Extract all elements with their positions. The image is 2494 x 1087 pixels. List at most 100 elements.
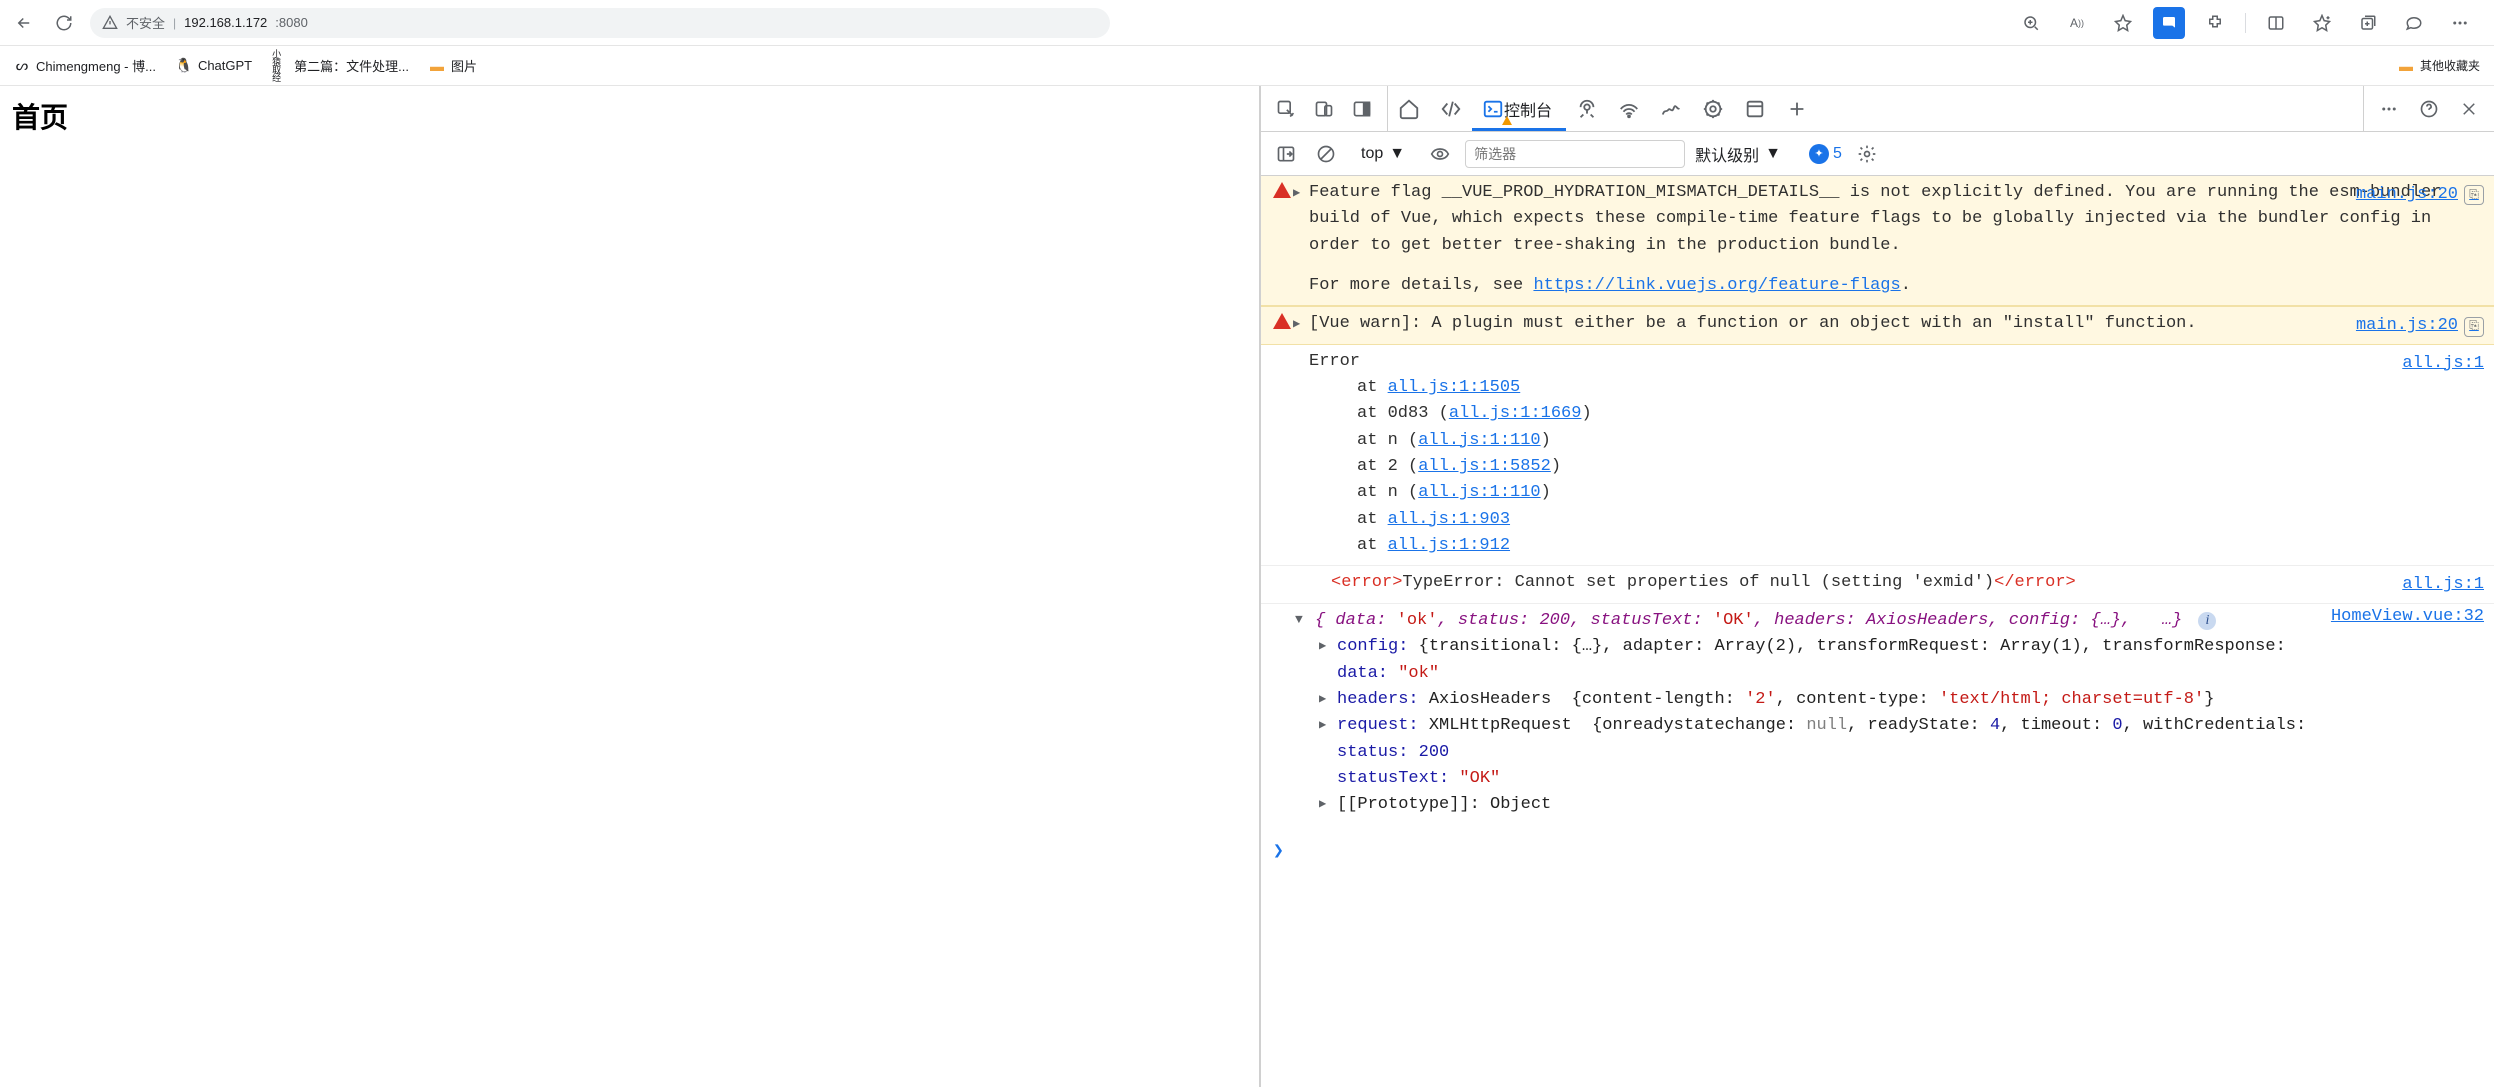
stack-link[interactable]: all.js:1:912 (1388, 536, 1510, 555)
source-link[interactable]: main.js:20 (2356, 313, 2458, 339)
extensions-icon[interactable] (2199, 7, 2231, 39)
message-source[interactable]: all.js:1 (2402, 351, 2484, 377)
tab-memory[interactable] (1692, 86, 1734, 131)
tab-performance[interactable] (1650, 86, 1692, 131)
expand-caret[interactable]: ▶ (1319, 795, 1326, 814)
error-close-tag: </error> (1994, 573, 2076, 592)
obj-key: config: (1337, 637, 1408, 656)
expand-caret[interactable]: ▶ (1293, 315, 1300, 334)
console-warning[interactable]: ▶ main.js:20⎘ [Vue warn]: A plugin must … (1261, 306, 2494, 344)
favorites-bar-icon[interactable] (2306, 7, 2338, 39)
devtools-close-icon[interactable] (2454, 94, 2484, 124)
console-error[interactable]: all.js:1 <error>TypeError: Cannot set pr… (1261, 566, 2494, 603)
source-link[interactable]: all.js:1 (2402, 351, 2484, 377)
context-select[interactable]: top ▼ (1351, 142, 1415, 166)
tab-elements[interactable] (1430, 86, 1472, 131)
obj-val: "ok" (1398, 664, 1439, 683)
stack-link[interactable]: all.js:1:903 (1388, 510, 1510, 529)
toggle-sidebar-icon[interactable] (1271, 139, 1301, 169)
bookmarks-bar: ᔕChimengmeng - 博... 🐧ChatGPT 小猿取经第二篇：文件处… (0, 46, 2494, 86)
obj-key: headers: (1337, 690, 1419, 709)
obj-val: 0 (2112, 716, 2122, 735)
stack-frame: at all.js:1:912 (1309, 533, 2456, 559)
devtools-panel: 控制台 top ▼ (1259, 86, 2494, 1087)
stack-link[interactable]: all.js:1:1505 (1388, 378, 1521, 397)
error-head: Error (1309, 352, 1360, 371)
filter-input[interactable] (1465, 140, 1685, 168)
stack-frame: at n (all.js:1:110) (1309, 428, 2456, 454)
obj-val: 'OK' (1713, 611, 1754, 630)
context-label: top (1361, 145, 1383, 163)
tab-welcome[interactable] (1388, 86, 1430, 131)
bookmark-favicon: 小猿取经 (272, 58, 288, 74)
favorite-icon[interactable] (2107, 7, 2139, 39)
collections-icon[interactable] (2352, 7, 2384, 39)
console-object[interactable]: HomeView.vue:32 ▼ { data: 'ok', status: … (1261, 604, 2494, 831)
stack-link[interactable]: all.js:1:1669 (1449, 404, 1582, 423)
address-bar[interactable]: 不安全 | 192.168.1.172:8080 (90, 8, 1110, 38)
split-screen-icon[interactable] (2260, 7, 2292, 39)
stack-link[interactable]: all.js:1:110 (1418, 483, 1540, 502)
tab-sources[interactable] (1566, 86, 1608, 131)
addr-host: 192.168.1.172 (184, 15, 267, 30)
expand-caret[interactable]: ▶ (1319, 690, 1326, 709)
dock-side-icon[interactable] (1347, 94, 1377, 124)
source-link[interactable]: all.js:1 (2402, 572, 2484, 598)
expand-caret[interactable]: ▶ (1293, 184, 1300, 203)
info-icon[interactable]: i (2198, 612, 2216, 630)
clear-console-icon[interactable] (1311, 139, 1341, 169)
console-prompt[interactable]: ❯ (1261, 831, 2494, 875)
message-source[interactable]: all.js:1 (2402, 572, 2484, 598)
console-warning[interactable]: ▶ main.js:20 ⎘ Feature flag __VUE_PROD_HY… (1261, 176, 2494, 306)
console-settings-icon[interactable] (1852, 139, 1882, 169)
folder-icon: ▬ (429, 58, 445, 74)
device-toggle-icon[interactable] (1309, 94, 1339, 124)
tab-console[interactable]: 控制台 (1472, 86, 1566, 131)
save-icon[interactable] (2153, 7, 2185, 39)
more-icon[interactable] (2444, 7, 2476, 39)
bookmark-item[interactable]: 🐧ChatGPT (176, 58, 252, 74)
reload-button[interactable] (50, 9, 78, 37)
obj-val: 'text/html; charset=utf-8' (1939, 690, 2204, 709)
obj-key: [[Prototype]]: (1337, 795, 1480, 814)
expand-caret[interactable]: ▶ (1319, 637, 1326, 656)
collapse-caret[interactable]: ▼ (1295, 610, 1303, 630)
obj-val: '2' (1745, 690, 1776, 709)
obj-type: XMLHttpRequest (1429, 716, 1572, 735)
source-link[interactable]: main.js:20 (2356, 182, 2458, 208)
obj-val: 200 (1419, 743, 1450, 762)
bookmark-item[interactable]: 小猿取经第二篇：文件处理... (272, 56, 409, 75)
bookmark-label: Chimengmeng - 博... (36, 56, 156, 75)
other-bookmarks[interactable]: ▬其他收藏夹 (2398, 57, 2480, 74)
obj-val: 'ok' (1397, 611, 1438, 630)
tab-network[interactable] (1608, 86, 1650, 131)
stack-link[interactable]: all.js:1:5852 (1418, 457, 1551, 476)
link-icon: ⎘ (2464, 317, 2484, 337)
insecure-label: 不安全 (126, 13, 165, 32)
stack-link[interactable]: all.js:1:110 (1418, 431, 1540, 450)
log-level-select[interactable]: 默认级别 ▼ (1695, 142, 1781, 166)
tab-application[interactable] (1734, 86, 1776, 131)
zoom-icon[interactable] (2015, 7, 2047, 39)
read-aloud-icon[interactable]: A)) (2061, 7, 2093, 39)
error-open-tag: <error> (1331, 573, 1402, 592)
tab-more[interactable] (1776, 86, 1818, 131)
link-icon: ⎘ (2464, 185, 2484, 205)
bookmark-item[interactable]: ᔕChimengmeng - 博... (14, 56, 156, 75)
console-error[interactable]: all.js:1 Error at all.js:1:1505at 0d83 (… (1261, 345, 2494, 567)
inspect-element-icon[interactable] (1271, 94, 1301, 124)
performance-icon[interactable] (2398, 7, 2430, 39)
devtools-help-icon[interactable] (2414, 94, 2444, 124)
expand-caret[interactable]: ▶ (1319, 716, 1326, 735)
warning-icon (1273, 313, 1291, 331)
warning-text: Feature flag __VUE_PROD_HYDRATION_MISMAT… (1309, 183, 2441, 255)
message-source[interactable]: main.js:20 ⎘ (2356, 182, 2484, 208)
live-expression-icon[interactable] (1425, 139, 1455, 169)
message-source[interactable]: main.js:20 ⎘ (2356, 313, 2484, 339)
feature-flags-link[interactable]: https://link.vuejs.org/feature-flags (1533, 276, 1900, 295)
addr-separator: | (173, 16, 176, 30)
bookmark-item[interactable]: ▬图片 (429, 56, 477, 75)
issues-button[interactable]: ✦5 (1809, 144, 1842, 164)
back-button[interactable] (10, 9, 38, 37)
devtools-more-icon[interactable] (2374, 94, 2404, 124)
